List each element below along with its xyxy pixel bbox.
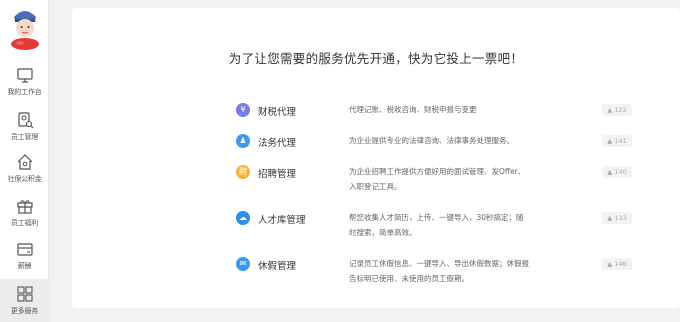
vote-button[interactable]: ▲ 122 xyxy=(602,104,632,116)
wallet-icon xyxy=(16,243,33,256)
coin-icon: ¥ xyxy=(236,103,250,117)
avatar[interactable] xyxy=(8,6,42,50)
sidebar-item-label: 我的工作台 xyxy=(7,88,42,96)
sidebar-item-label: 薪酬 xyxy=(17,262,32,270)
service-name[interactable]: 人才库管理 xyxy=(258,212,306,226)
recruit-icon: 聘 xyxy=(236,165,250,179)
service-desc: 代理记账、税收咨询、财税申报与变更 xyxy=(349,105,477,114)
sidebar-item-more-services[interactable]: 更多服务 xyxy=(0,279,49,322)
sidebar-item-workbench[interactable]: 我的工作台 xyxy=(0,66,49,110)
service-desc: 为企业招聘工作提供方便好用的面试管理、发Offer、入职登记工具。 xyxy=(349,167,526,191)
vote-button[interactable]: ▲ 146 xyxy=(602,258,632,270)
vote-button[interactable]: ▲ 141 xyxy=(602,135,632,147)
service-name[interactable]: 休假管理 xyxy=(258,258,296,272)
page-headline: 为了让您需要的服务优先开通，快为它投上一票吧！ xyxy=(228,51,524,66)
monitor-icon xyxy=(16,68,33,83)
sidebar-item-welfare[interactable]: 员工福利 xyxy=(0,197,49,241)
vote-button[interactable]: ▲ 133 xyxy=(602,212,632,224)
service-name[interactable]: 法务代理 xyxy=(258,135,296,149)
person-icon: ♟ xyxy=(236,134,250,148)
service-name[interactable]: 招聘管理 xyxy=(258,166,296,180)
service-name[interactable]: 财税代理 xyxy=(258,104,296,118)
sidebar-item-social-security[interactable]: 社保公积金 xyxy=(0,153,49,197)
cloud-icon: ☁ xyxy=(236,211,250,225)
sidebar-item-salary[interactable]: 薪酬 xyxy=(0,240,49,284)
sidebar: 我的工作台 员工管理 社保公积金 员工福利 薪酬 更多服务 xyxy=(0,0,49,322)
home-icon xyxy=(17,154,32,170)
sidebar-item-label: 更多服务 xyxy=(10,307,39,315)
gift-icon xyxy=(16,200,33,214)
chat-icon: ✉ xyxy=(236,257,250,271)
sidebar-item-label: 员工福利 xyxy=(10,219,39,227)
sidebar-item-label: 社保公积金 xyxy=(7,175,42,183)
service-desc: 帮您收集人才简历，上传、一键导入，30秒搞定；随时搜索，简单高效。 xyxy=(349,213,524,237)
employee-icon xyxy=(17,112,33,129)
sidebar-item-employees[interactable]: 员工管理 xyxy=(0,111,49,155)
grid-icon xyxy=(16,286,33,302)
service-desc: 记录员工休假信息、一键导入、导出休假数据；休假报告标明已使用、未使用的员工假期。 xyxy=(349,259,529,283)
vote-button[interactable]: ▲ 140 xyxy=(602,166,632,178)
service-desc: 为企业提供专业的法律咨询、法律事务处理服务。 xyxy=(349,136,514,145)
sidebar-item-label: 员工管理 xyxy=(10,133,39,141)
services-card: 为了让您需要的服务优先开通，快为它投上一票吧！ ¥ 财税代理 代理记账、税收咨询… xyxy=(72,8,680,308)
